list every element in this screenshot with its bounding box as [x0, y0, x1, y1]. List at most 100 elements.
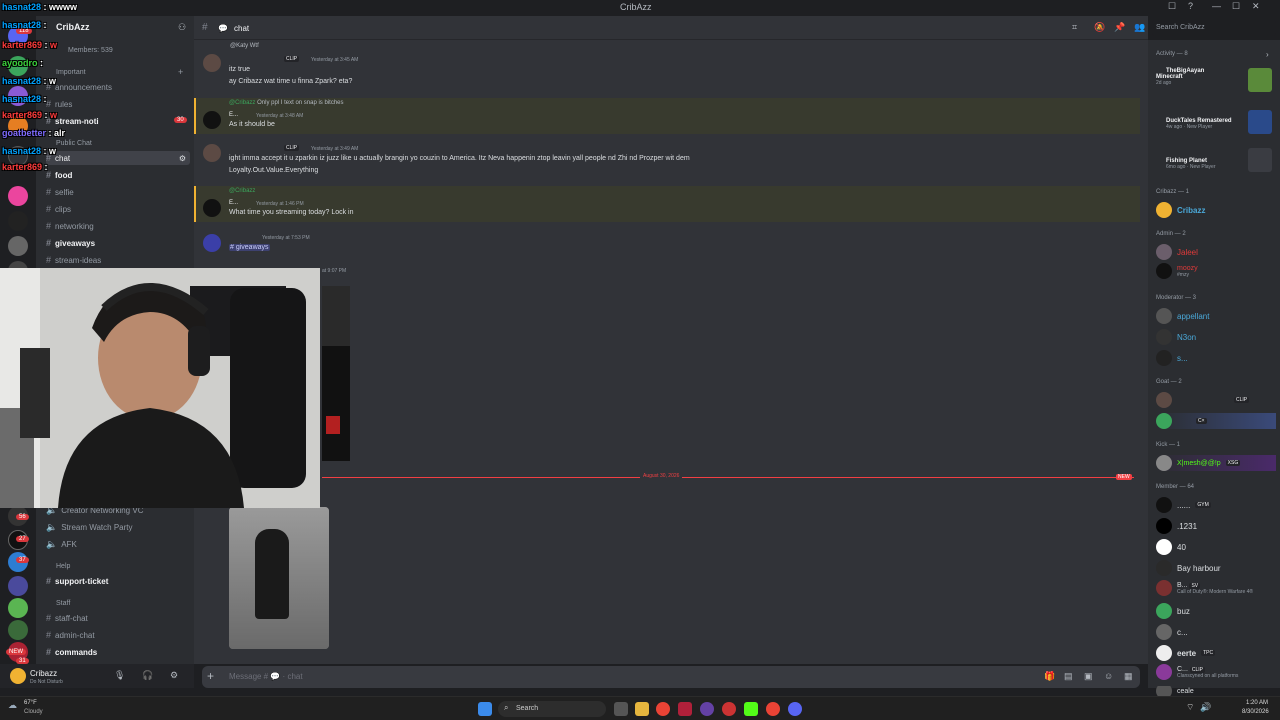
- help-icon[interactable]: ?: [1188, 1, 1193, 11]
- member-item[interactable]: C... CLIP Clanscyned on all platforms: [1156, 664, 1238, 680]
- app-icon[interactable]: [678, 702, 692, 716]
- server-icon-11[interactable]: [8, 576, 28, 596]
- member-item[interactable]: Bay harbour: [1156, 560, 1221, 576]
- server-icon-12[interactable]: [8, 598, 28, 618]
- message[interactable]: ​ CLIP Yesterday at 3:49 AM ight imma ac…: [194, 140, 1140, 184]
- avatar[interactable]: [203, 111, 221, 129]
- voice-afk[interactable]: 🔈 AFK: [46, 537, 77, 551]
- inbox-icon[interactable]: ☐: [1168, 1, 1176, 12]
- category-staff[interactable]: Staff: [56, 600, 70, 607]
- minimize-icon[interactable]: —: [1212, 1, 1221, 11]
- notifications-icon[interactable]: 🔕: [1094, 22, 1105, 33]
- image-attachment[interactable]: [322, 286, 350, 461]
- server-icon-13[interactable]: [8, 620, 28, 640]
- message-composer[interactable]: + Message # 💬 · chat 🎁 ▤ ▣ ☺ ▦: [202, 666, 1140, 688]
- member-item[interactable]: moozy #mzy: [1156, 263, 1198, 279]
- reply-preview[interactable]: @Cribazz Only ppl I text on snap is bitc…: [229, 100, 344, 106]
- member-item[interactable]: Cribazz: [1156, 202, 1205, 218]
- member-item[interactable]: B... SV Call of Duty®: Modern Warfare 4®: [1156, 580, 1253, 596]
- maximize-icon[interactable]: ☐: [1232, 1, 1240, 12]
- member-item[interactable]: ​ CLIP: [1156, 392, 1250, 408]
- chrome-icon[interactable]: [766, 702, 780, 716]
- file-explorer-icon[interactable]: [635, 702, 649, 716]
- member-item[interactable]: 40: [1156, 539, 1186, 555]
- avatar[interactable]: [203, 144, 221, 162]
- taskbar-search[interactable]: ⌕ Search: [498, 701, 606, 717]
- image-attachment[interactable]: [229, 507, 329, 649]
- channel-networking[interactable]: # networking: [46, 219, 94, 233]
- threads-icon[interactable]: ⌗: [1072, 22, 1077, 33]
- member-item[interactable]: ...... GYM: [1156, 497, 1211, 513]
- emoji-icon[interactable]: ☺: [1104, 671, 1113, 681]
- avatar[interactable]: [10, 668, 26, 684]
- app-icon[interactable]: [722, 702, 736, 716]
- channel-giveaways[interactable]: # giveaways: [46, 236, 95, 250]
- member-item[interactable]: ceale: [1156, 686, 1194, 696]
- activity-card[interactable]: DuckTales Remastered 4w ago · New Player: [1156, 110, 1274, 134]
- username[interactable]: E...: [229, 200, 238, 206]
- kick-icon[interactable]: [744, 702, 758, 716]
- activity-card[interactable]: Fishing Planet 6mo ago · New Player: [1156, 148, 1274, 172]
- member-item[interactable]: buz: [1156, 603, 1190, 619]
- volume-icon[interactable]: 🔊: [1200, 702, 1211, 713]
- member-item[interactable]: eerte TPC: [1156, 645, 1216, 661]
- microphone-icon[interactable]: 🎙: [114, 670, 125, 681]
- channel-stream-ideas[interactable]: # stream-ideas: [46, 253, 101, 267]
- channel-selfie[interactable]: # selfie: [46, 185, 74, 199]
- avatar[interactable]: [203, 54, 221, 72]
- gift-icon[interactable]: 🎁: [1044, 671, 1055, 682]
- member-item[interactable]: X|mesh@@!p XSG: [1156, 455, 1276, 471]
- member-item[interactable]: ​ C×: [1156, 413, 1276, 429]
- chevron-right-icon[interactable]: ›: [1266, 50, 1269, 59]
- message-mention[interactable]: @Cribazz E... Yesterday at 1:46 PM What …: [194, 186, 1140, 222]
- weather-temp[interactable]: 67°F: [24, 700, 37, 706]
- sticker-icon[interactable]: ▣: [1084, 671, 1093, 682]
- mention[interactable]: @Cribazz: [229, 100, 255, 106]
- channel-commands[interactable]: # commands: [46, 645, 97, 659]
- add-attachment-icon[interactable]: +: [207, 669, 214, 683]
- close-icon[interactable]: ✕: [1252, 1, 1260, 12]
- mention[interactable]: @Cribazz: [229, 188, 255, 194]
- server-icon-7[interactable]: [8, 236, 28, 256]
- member-item[interactable]: appellant: [1156, 308, 1209, 324]
- avatar[interactable]: [203, 199, 221, 217]
- channel-admin-chat[interactable]: # admin-chat: [46, 628, 95, 642]
- headphones-icon[interactable]: 🎧: [142, 670, 153, 681]
- apps-icon[interactable]: ▦: [1124, 671, 1133, 682]
- member-item[interactable]: .1231: [1156, 518, 1197, 534]
- wifi-icon[interactable]: ⌔: [1186, 702, 1194, 713]
- member-item[interactable]: N3on: [1156, 329, 1196, 345]
- channel-clips[interactable]: # clips: [46, 202, 71, 216]
- member-item[interactable]: c...: [1156, 624, 1188, 640]
- search-input[interactable]: Search CribAzz: [1152, 20, 1276, 36]
- message-mention[interactable]: @Cribazz Only ppl I text on snap is bitc…: [194, 98, 1140, 134]
- message[interactable]: Yesterday at 7:53 PM # giveaways: [194, 230, 1140, 260]
- gif-icon[interactable]: ▤: [1064, 671, 1073, 682]
- reply-preview[interactable]: @Katy Wtf: [230, 43, 259, 49]
- channel-staff-chat[interactable]: # staff-chat: [46, 611, 88, 625]
- activity-card[interactable]: TheBigAayan Minecraft 2d ago: [1156, 68, 1274, 92]
- add-channel-icon[interactable]: +: [178, 67, 183, 77]
- user-settings-icon[interactable]: ⚙: [170, 670, 178, 681]
- chrome-icon[interactable]: [656, 702, 670, 716]
- discord-icon[interactable]: [788, 702, 802, 716]
- channel-mention[interactable]: # giveaways: [229, 244, 270, 251]
- username[interactable]: E...: [229, 112, 238, 118]
- server-icon-5[interactable]: [8, 186, 28, 206]
- channel-support-ticket[interactable]: # support-ticket: [46, 574, 108, 588]
- obs-icon[interactable]: [700, 702, 714, 716]
- server-icon-6[interactable]: [8, 211, 28, 231]
- clock-date[interactable]: 8/30/2026: [1242, 709, 1269, 715]
- pin-icon[interactable]: 📌: [1114, 22, 1125, 33]
- add-friend-icon[interactable]: ⚇: [178, 22, 186, 33]
- voice-stream-watch-party[interactable]: 🔈 Stream Watch Party: [46, 520, 133, 534]
- task-view-icon[interactable]: [614, 702, 628, 716]
- member-list-icon[interactable]: 👥: [1134, 22, 1145, 33]
- member-item[interactable]: s...: [1156, 350, 1188, 366]
- member-item[interactable]: Jaleel: [1156, 244, 1198, 260]
- settings-icon[interactable]: ⚙: [179, 154, 186, 163]
- avatar[interactable]: [203, 234, 221, 252]
- start-icon[interactable]: [478, 702, 492, 716]
- message[interactable]: @Katy Wtf ​ CLIP Yesterday at 3:45 AM it…: [194, 40, 1140, 90]
- category-help[interactable]: Help: [56, 563, 70, 570]
